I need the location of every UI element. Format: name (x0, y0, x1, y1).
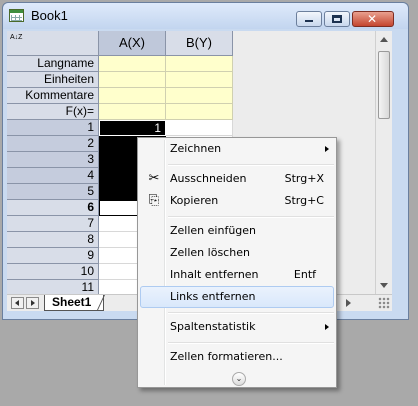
scroll-up-icon[interactable] (380, 37, 388, 42)
row-header-7[interactable]: 7 (7, 216, 99, 232)
expand-menu-button[interactable]: ⌄ (232, 372, 246, 386)
column-header-b[interactable]: B(Y) (166, 31, 233, 56)
menu-item-ausschneiden[interactable]: ✂ Ausschneiden Strg+X (140, 168, 334, 190)
tab-prev-button[interactable] (11, 297, 24, 309)
cell-b-kommentare[interactable] (166, 88, 233, 104)
scroll-right-icon[interactable] (346, 299, 351, 307)
menu-item-label: Zeichnen (170, 142, 222, 155)
row-label-einheiten[interactable]: Einheiten (7, 72, 99, 88)
menu-item-zeichnen[interactable]: Zeichnen (140, 138, 334, 160)
tab-sheet1[interactable]: Sheet1 (44, 295, 104, 311)
menu-item-label: Links entfernen (170, 290, 256, 303)
menu-item-label: Spaltenstatistik (170, 320, 256, 333)
sort-icon: A↓Z (10, 34, 23, 41)
menu-item-zellen-loeschen[interactable]: Zellen löschen (140, 242, 334, 264)
maximize-button[interactable] (324, 11, 350, 27)
menu-item-shortcut: Entf (293, 268, 316, 281)
menu-item-links-entfernen[interactable]: Links entfernen (140, 286, 334, 308)
menu-item-label: Kopieren (170, 194, 219, 207)
cell-b-fx[interactable] (166, 104, 233, 120)
maximize-icon (332, 15, 342, 23)
tab-next-button[interactable] (26, 297, 39, 309)
cell-b-einheiten[interactable] (166, 72, 233, 88)
menu-item-inhalt-entfernen[interactable]: Inhalt entfernen Entf (140, 264, 334, 286)
cell-a-kommentare[interactable] (99, 88, 166, 104)
cell-a-langname[interactable] (99, 56, 166, 72)
menu-item-label: Zellen einfügen (170, 224, 257, 237)
chevron-right-icon (31, 300, 35, 306)
cell-b1[interactable] (166, 120, 233, 136)
menu-item-kopieren[interactable]: ⎘ Kopieren Strg+C (140, 190, 334, 212)
vertical-scrollbar[interactable] (375, 31, 392, 294)
chevron-down-icon: ⌄ (235, 374, 243, 383)
row-header-1[interactable]: 1 (7, 120, 99, 136)
menu-separator (168, 312, 334, 314)
scroll-thumb[interactable] (378, 51, 390, 119)
row-label-fx[interactable]: F(x)= (7, 104, 99, 120)
title-bar[interactable]: Book1 ✕ (3, 3, 408, 29)
menu-item-spaltenstatistik[interactable]: Spaltenstatistik (140, 316, 334, 338)
resize-grip[interactable] (378, 297, 390, 309)
menu-item-shortcut: Strg+X (284, 172, 324, 185)
cell-a-einheiten[interactable] (99, 72, 166, 88)
close-icon: ✕ (367, 12, 378, 26)
minimize-button[interactable] (296, 11, 322, 27)
row-header-4[interactable]: 4 (7, 168, 99, 184)
row-label-langname[interactable]: Langname (7, 56, 99, 72)
close-button[interactable]: ✕ (352, 11, 394, 27)
cell-a1[interactable]: 1 (99, 120, 166, 136)
menu-item-label: Zellen formatieren... (170, 350, 283, 363)
workbook-icon (9, 9, 24, 22)
row-header-3[interactable]: 3 (7, 152, 99, 168)
menu-separator (168, 342, 334, 344)
row-header-10[interactable]: 10 (7, 264, 99, 280)
row-label-kommentare[interactable]: Kommentare (7, 88, 99, 104)
submenu-arrow-icon (325, 146, 329, 152)
submenu-arrow-icon (325, 324, 329, 330)
row-header-8[interactable]: 8 (7, 232, 99, 248)
chevron-left-icon (15, 300, 19, 306)
scroll-down-icon[interactable] (380, 283, 388, 288)
menu-item-label: Zellen löschen (170, 246, 250, 259)
menu-item-zellen-einfuegen[interactable]: Zellen einfügen (140, 220, 334, 242)
row-header-2[interactable]: 2 (7, 136, 99, 152)
menu-item-zellen-formatieren[interactable]: Zellen formatieren... (140, 346, 334, 368)
context-menu: Zeichnen ✂ Ausschneiden Strg+X ⎘ Kopiere… (137, 137, 337, 388)
copy-icon: ⎘ (148, 193, 160, 208)
column-header-a[interactable]: A(X) (99, 31, 166, 56)
row-header-9[interactable]: 9 (7, 248, 99, 264)
cell-b-langname[interactable] (166, 56, 233, 72)
minimize-icon (305, 20, 313, 22)
window-title: Book1 (31, 8, 68, 23)
row-header-5[interactable]: 5 (7, 184, 99, 200)
menu-item-label: Inhalt entfernen (170, 268, 259, 281)
row-header-6[interactable]: 6 (7, 200, 99, 216)
menu-item-label: Ausschneiden (170, 172, 247, 185)
select-all-corner[interactable]: A↓Z (7, 31, 99, 56)
cell-a-fx[interactable] (99, 104, 166, 120)
scissors-icon: ✂ (148, 171, 160, 186)
menu-separator (168, 216, 334, 218)
menu-separator (168, 164, 334, 166)
row-header-11[interactable]: 11 (7, 280, 99, 294)
menu-item-shortcut: Strg+C (284, 194, 324, 207)
